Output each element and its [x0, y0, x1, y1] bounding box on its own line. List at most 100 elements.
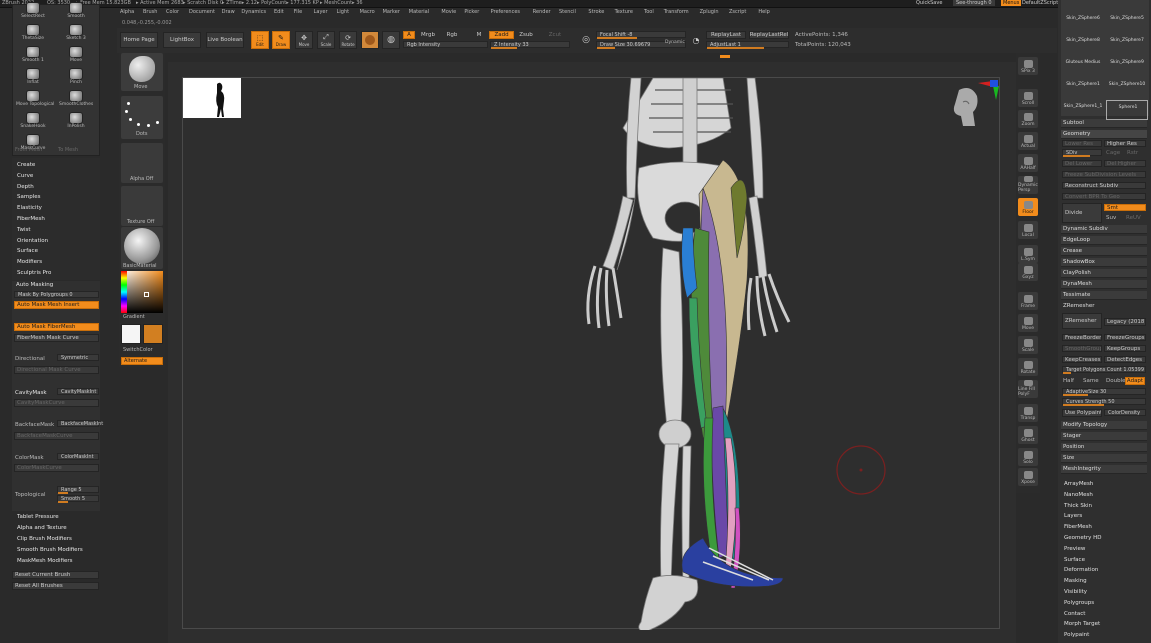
shelf-ghost[interactable]: Ghost: [1018, 426, 1038, 444]
tool-surface[interactable]: Surface: [1064, 557, 1085, 563]
shelf-scale[interactable]: Scale: [1018, 336, 1038, 354]
subtool-thumb[interactable]: Skin_ZSphere5: [1106, 12, 1148, 32]
live-boolean-button[interactable]: Live Boolean: [206, 32, 244, 48]
alternate-button[interactable]: Alternate: [121, 357, 163, 365]
cavity-mask-toggle[interactable]: CavityMask: [15, 390, 47, 396]
menu-light[interactable]: Light: [337, 9, 349, 15]
symmetric-slider[interactable]: Symmetric: [57, 354, 99, 361]
menu-create[interactable]: Create: [17, 162, 35, 168]
brush-sketch-3-icon[interactable]: [69, 24, 83, 36]
reconstruct-subdiv-button[interactable]: Reconstruct Subdiv: [1062, 182, 1146, 189]
menu-tablet-pressure[interactable]: Tablet Pressure: [17, 514, 59, 520]
menu-maskmesh-modifiers[interactable]: MaskMesh Modifiers: [17, 558, 73, 564]
gradient-label[interactable]: Gradient: [123, 314, 145, 320]
tool-morph-target[interactable]: Morph Target: [1064, 621, 1100, 627]
menu-elasticity[interactable]: Elasticity: [17, 205, 42, 211]
menu-dynamics[interactable]: Dynamics: [241, 9, 266, 15]
shelf-scroll[interactable]: Scroll: [1018, 89, 1038, 107]
cage-button[interactable]: Cage: [1106, 150, 1120, 156]
mrgb-button[interactable]: Mrgb: [417, 31, 439, 39]
tool-contact[interactable]: Contact: [1064, 611, 1085, 617]
freeze-subdiv-button[interactable]: Freeze SubDivision Levels: [1062, 171, 1146, 178]
spotlight-icon[interactable]: ◎: [579, 33, 593, 47]
reset-current-brush-button[interactable]: Reset Current Brush: [12, 571, 99, 579]
mask-by-polygroups-slider[interactable]: Mask By Polygroups 0: [14, 291, 99, 298]
lower-res-button[interactable]: Lower Res: [1062, 140, 1102, 147]
smooth-groups-button[interactable]: SmoothGroups: [1062, 345, 1102, 352]
same-button[interactable]: Same: [1083, 378, 1099, 384]
focal-shift-slider[interactable]: Focal Shift -8: [596, 31, 686, 39]
geometry-claypolish[interactable]: ClayPolish: [1061, 269, 1147, 278]
seethrough-slider[interactable]: See-through 0: [953, 0, 995, 6]
rgb-intensity-slider[interactable]: Rgb Intensity: [403, 41, 488, 48]
rotate-button[interactable]: ⟳ Rotate: [339, 31, 357, 49]
shelf-spix-3[interactable]: SPix 3: [1018, 57, 1038, 75]
shelf-floor[interactable]: Floor: [1018, 198, 1038, 216]
menu-marker[interactable]: Marker: [383, 9, 400, 15]
replay-last-rel-button[interactable]: ReplayLastRel: [749, 31, 789, 39]
color-mask-toggle[interactable]: ColorMask: [15, 455, 44, 461]
menu-smooth-brush-modifiers[interactable]: Smooth Brush Modifiers: [17, 547, 83, 553]
menu-orientation[interactable]: Orientation: [17, 238, 48, 244]
detect-edges-button[interactable]: DetectEdges: [1104, 356, 1146, 363]
m-button[interactable]: M: [473, 31, 485, 39]
zcut-button[interactable]: Zcut: [547, 31, 563, 39]
directional-mask-curve[interactable]: Directional Mask Curve: [14, 366, 99, 374]
menu-color[interactable]: Color: [166, 9, 179, 15]
subtool-thumb[interactable]: Skin_ZSphere8: [1062, 34, 1104, 54]
material-sphere-button[interactable]: [361, 31, 379, 49]
menu-document[interactable]: Document: [189, 9, 215, 15]
menu-texture[interactable]: Texture: [615, 9, 633, 15]
tray-handle[interactable]: [720, 55, 730, 58]
a-button[interactable]: A: [403, 31, 415, 39]
geometry-stager[interactable]: Stager: [1061, 432, 1147, 441]
edit-button[interactable]: ⬚ Edit: [251, 31, 269, 49]
keep-creases-button[interactable]: KeepCreases: [1062, 356, 1102, 363]
rgb-button[interactable]: Rgb: [443, 31, 461, 39]
reset-all-brushes-button[interactable]: Reset All Brushes: [12, 582, 99, 590]
adjust-last-slider[interactable]: AdjustLast 1: [706, 41, 789, 49]
menu-samples[interactable]: Samples: [17, 194, 41, 200]
menu-tool[interactable]: Tool: [644, 9, 654, 15]
move-button[interactable]: ✥ Move: [295, 31, 313, 49]
menu-picker[interactable]: Picker: [464, 9, 479, 15]
geometry-meshintegrity[interactable]: MeshIntegrity: [1061, 465, 1147, 474]
subtool-thumb[interactable]: Gluteus Medius: [1062, 56, 1104, 76]
backface-mask-int-slider[interactable]: BackfaceMaskInt: [57, 420, 103, 427]
backface-mask-curve[interactable]: BackfaceMaskCurve: [14, 432, 99, 440]
switch-color-button[interactable]: SwitchColor: [123, 347, 153, 353]
quicksave-button[interactable]: QuickSave: [916, 0, 942, 6]
freeze-groups-button[interactable]: FreezeGroups: [1104, 334, 1146, 341]
geometry-dynamic-subdiv[interactable]: Dynamic Subdiv: [1061, 225, 1147, 234]
adapt-toggle[interactable]: Adapt: [1125, 377, 1145, 385]
canvas[interactable]: [182, 77, 1000, 630]
del-lower-button[interactable]: Del Lower: [1062, 160, 1102, 167]
menu-edit[interactable]: Edit: [274, 9, 284, 15]
higher-res-button[interactable]: Higher Res: [1104, 140, 1146, 147]
curves-strength-slider[interactable]: Curves Strength 50: [1062, 398, 1146, 406]
brush-move-topological-icon[interactable]: [26, 90, 40, 102]
dynamic-toggle[interactable]: Dynamic: [665, 40, 685, 45]
lightbox-button[interactable]: LightBox: [163, 32, 201, 48]
menu-depth[interactable]: Depth: [17, 184, 34, 190]
replay-last-button[interactable]: ReplayLast: [706, 31, 746, 39]
stroke-slot[interactable]: Dots: [121, 96, 163, 139]
color-picker[interactable]: [121, 271, 163, 313]
cavity-mask-int-slider[interactable]: CavityMaskInt: [57, 388, 99, 395]
sdiv-slider[interactable]: SDiv: [1062, 149, 1102, 157]
brush-smooth-1-icon[interactable]: [26, 46, 40, 58]
brush-inflat-icon[interactable]: [26, 68, 40, 80]
shelf-move[interactable]: Move: [1018, 314, 1038, 332]
shelf-gxyz[interactable]: Gxyz: [1018, 263, 1038, 281]
shelf-actual[interactable]: Actual: [1018, 132, 1038, 150]
secondary-color-swatch[interactable]: [143, 324, 163, 344]
tool-layers[interactable]: Layers: [1064, 513, 1082, 519]
smooth-slider[interactable]: Smooth 5: [57, 495, 99, 503]
alpha-slot[interactable]: Alpha Off: [121, 143, 163, 183]
menu-macro[interactable]: Macro: [360, 9, 375, 15]
brush-smooth-icon[interactable]: [69, 2, 83, 14]
geometry-size[interactable]: Size: [1061, 454, 1147, 463]
rstr-button[interactable]: Rstr: [1127, 150, 1138, 156]
tool-geometry-hd[interactable]: Geometry HD: [1064, 535, 1102, 541]
menu-clip-brush-modifiers[interactable]: Clip Brush Modifiers: [17, 536, 72, 542]
